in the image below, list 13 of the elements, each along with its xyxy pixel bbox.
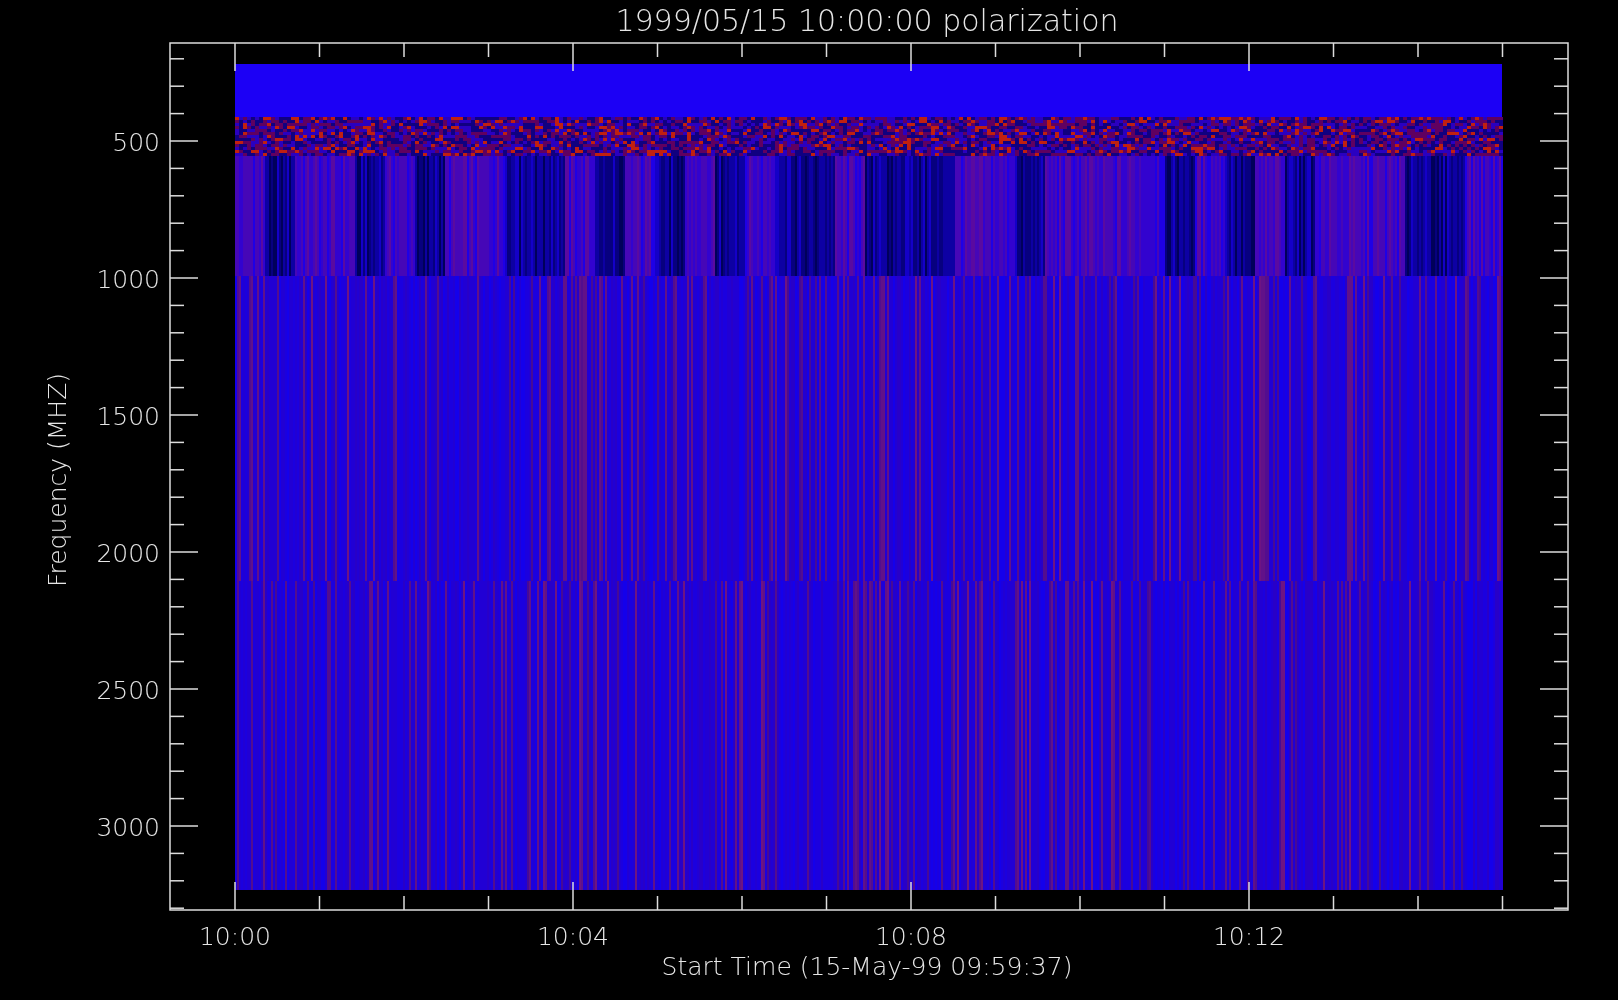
- tick-label: 10:00: [199, 922, 271, 951]
- tick-label: 500: [112, 128, 160, 157]
- tick-label: 10:04: [537, 922, 609, 951]
- tick-label: 2500: [96, 676, 160, 705]
- tick-label: 1500: [96, 402, 160, 431]
- tick-label: 10:12: [1213, 922, 1285, 951]
- y-axis-label: Frequency (MHZ): [43, 372, 72, 588]
- tick-label: 10:08: [875, 922, 947, 951]
- tick-label: 3000: [96, 813, 160, 842]
- tick-label: 2000: [96, 539, 160, 568]
- chart-title: 1999/05/15 10:00:00 polarization: [615, 3, 1119, 38]
- tick-label: 1000: [96, 265, 160, 294]
- x-axis-label: Start Time (15-May-99 09:59:37): [661, 952, 1073, 981]
